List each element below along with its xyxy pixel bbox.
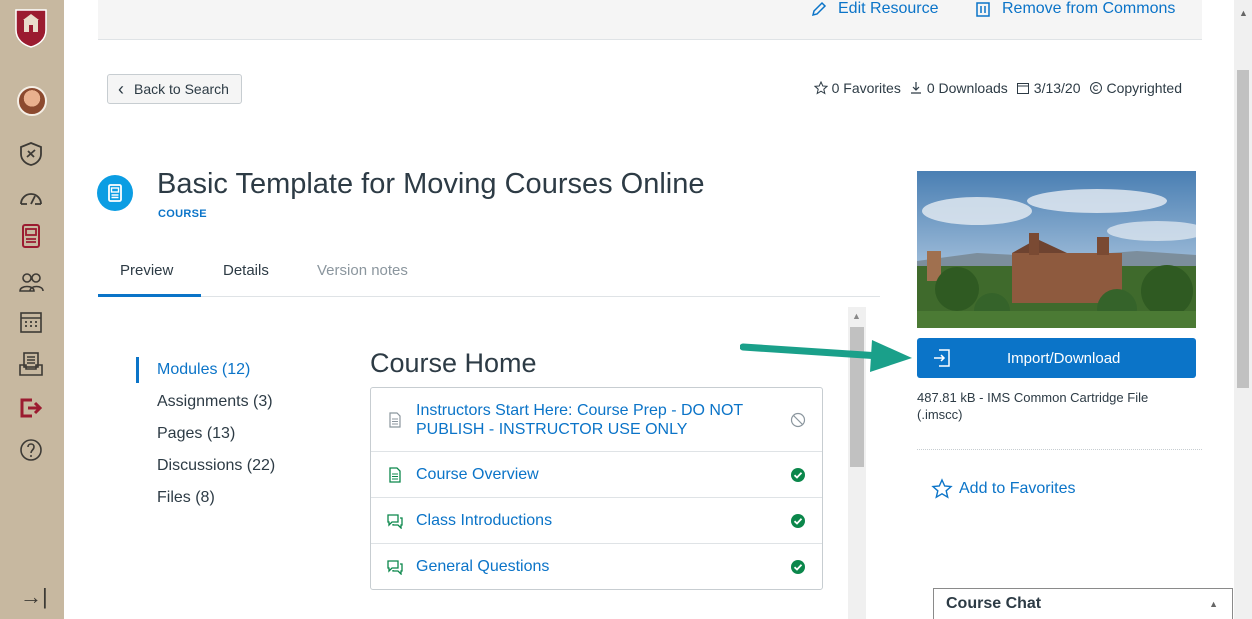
course-type-icon (97, 175, 133, 211)
unpublished-icon[interactable] (790, 412, 806, 428)
favorites-label: 0 Favorites (831, 80, 901, 96)
university-logo[interactable] (14, 8, 48, 48)
module-item[interactable]: Instructors Start Here: Course Prep - DO… (371, 388, 822, 452)
collapse-nav-button[interactable]: →| (20, 584, 48, 610)
resource-title: Basic Template for Moving Courses Online (157, 168, 705, 200)
edit-resource-label: Edit Resource (838, 0, 939, 17)
module-item[interactable]: Class Introductions (371, 498, 822, 544)
module-heading: Course Home (370, 348, 537, 378)
chevron-up-icon[interactable]: ▲ (1209, 599, 1218, 609)
global-nav-sidebar: →| (0, 0, 64, 619)
license: Copyrighted (1089, 80, 1183, 96)
back-to-search-button[interactable]: ‹ Back to Search (107, 74, 242, 104)
download-icon (910, 82, 921, 94)
page-scroll-up-arrow-icon[interactable]: ▲ (1239, 8, 1248, 18)
page-scroll-thumb[interactable] (1237, 70, 1249, 388)
commons-icon[interactable] (13, 219, 49, 253)
favorites-count: 0 Favorites (813, 80, 901, 96)
import-icon (934, 349, 950, 367)
page-scrollbar[interactable]: ▲ (1234, 0, 1252, 619)
preview-nav: Modules (12) Assignments (3) Pages (13) … (136, 357, 275, 517)
logout-icon[interactable] (13, 391, 49, 425)
annotation-arrow-icon (740, 340, 912, 372)
import-download-label: Import/Download (1007, 349, 1121, 367)
resource-type: COURSE (158, 208, 207, 220)
discussion-icon (387, 514, 403, 529)
date-label: 3/13/20 (1033, 80, 1081, 96)
remove-from-commons-link[interactable]: Remove from Commons (974, 0, 1175, 18)
star-icon (813, 81, 828, 95)
updated-date: 3/13/20 (1016, 80, 1081, 96)
tab-version-notes-label: Version notes (317, 262, 408, 279)
preview-nav-discussions[interactable]: Discussions (22) (136, 453, 275, 485)
file-info: 487.81 kB - IMS Common Cartridge File (.… (917, 390, 1149, 422)
resource-tabs: Preview Details Version notes (98, 262, 880, 297)
tab-preview-label: Preview (120, 262, 174, 279)
page-icon (389, 467, 401, 483)
preview-nav-assignments[interactable]: Assignments (3) (136, 389, 275, 421)
module-item[interactable]: General Questions (371, 544, 822, 590)
published-check-icon[interactable] (790, 467, 806, 483)
tab-preview[interactable]: Preview (98, 262, 201, 297)
module-items-list: Instructors Start Here: Course Prep - DO… (370, 387, 823, 590)
back-to-search-label: Back to Search (134, 81, 229, 97)
module-item-title[interactable]: Class Introductions (416, 511, 552, 530)
preview-nav-modules[interactable]: Modules (12) (136, 357, 275, 389)
calendar-icon[interactable] (13, 305, 49, 339)
pencil-icon (811, 1, 827, 17)
preview-nav-pages[interactable]: Pages (13) (136, 421, 275, 453)
inbox-icon[interactable] (13, 347, 49, 381)
course-chat-title: Course Chat (946, 595, 1042, 612)
add-to-favorites-label: Add to Favorites (959, 480, 1076, 497)
trash-icon (976, 2, 990, 17)
dashboard-icon[interactable] (13, 181, 49, 215)
panel-divider (917, 449, 1202, 450)
remove-from-commons-label: Remove from Commons (1002, 0, 1176, 17)
module-item-title[interactable]: Instructors Start Here: Course Prep - DO… (416, 401, 766, 439)
people-icon[interactable] (13, 265, 49, 299)
scroll-up-arrow-icon[interactable]: ▲ (852, 311, 861, 321)
add-to-favorites-link[interactable]: Add to Favorites (931, 478, 1076, 500)
tab-details-label: Details (223, 262, 269, 279)
published-check-icon[interactable] (790, 513, 806, 529)
license-label: Copyrighted (1106, 80, 1183, 96)
downloads-count: 0 Downloads (909, 80, 1008, 96)
course-chat-widget[interactable]: Course Chat ▲ (933, 588, 1233, 619)
copyright-icon (1089, 82, 1102, 94)
discussion-icon (387, 560, 403, 575)
preview-nav-files[interactable]: Files (8) (136, 485, 275, 517)
page-icon (389, 412, 401, 428)
user-avatar[interactable] (17, 86, 47, 116)
help-icon[interactable] (13, 433, 49, 467)
module-item-title[interactable]: Course Overview (416, 465, 539, 484)
module-item[interactable]: Course Overview (371, 452, 822, 498)
calendar-small-icon (1016, 83, 1029, 94)
admin-icon[interactable] (13, 137, 49, 171)
import-download-button[interactable]: Import/Download (917, 338, 1196, 378)
chevron-left-icon: ‹ (118, 78, 124, 99)
published-check-icon[interactable] (790, 559, 806, 575)
tab-details[interactable]: Details (223, 262, 269, 297)
star-outline-icon (931, 478, 953, 499)
module-item-title[interactable]: General Questions (416, 557, 549, 576)
resource-thumbnail (917, 171, 1196, 328)
resource-meta: 0 Favorites 0 Downloads 3/13/20 Copyrigh… (813, 80, 1183, 96)
resource-action-bar: Edit Resource Remove from Commons (98, 0, 1202, 40)
edit-resource-link[interactable]: Edit Resource (810, 0, 939, 18)
downloads-label: 0 Downloads (926, 80, 1008, 96)
tab-version-notes[interactable]: Version notes (317, 262, 408, 297)
